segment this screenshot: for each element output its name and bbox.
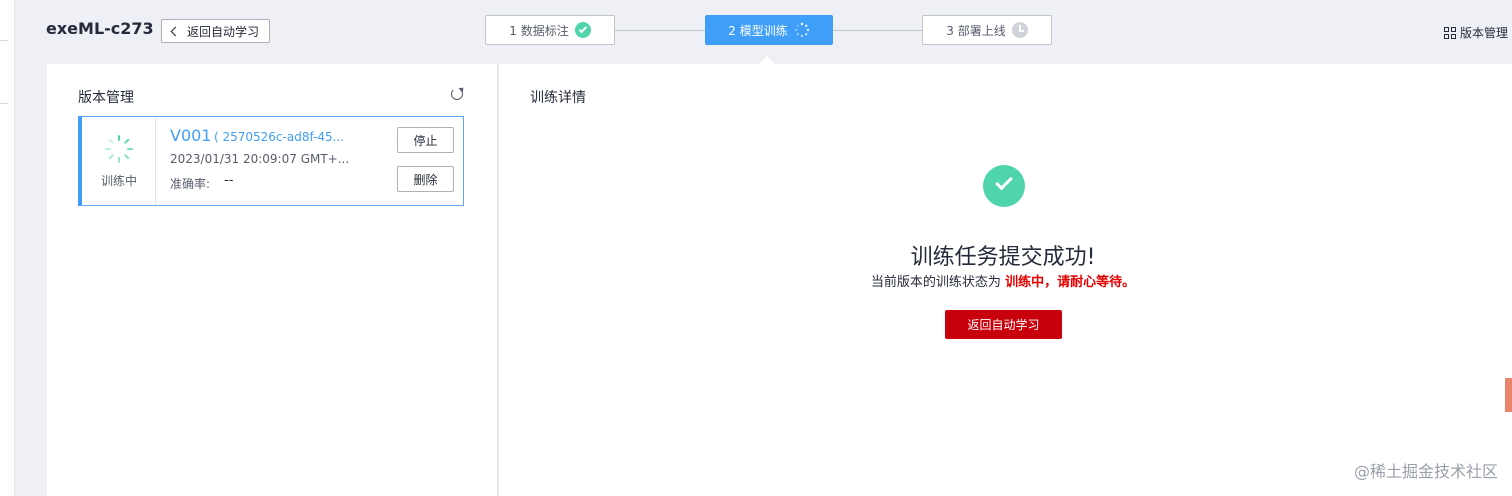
- delete-button[interactable]: 删除: [397, 166, 454, 192]
- watermark: @稀土掘金技术社区: [1353, 462, 1498, 481]
- version-management-link[interactable]: 版本管理: [1443, 24, 1508, 41]
- success-description: 当前版本的训练状态为 训练中，请耐心等待。: [499, 271, 1507, 290]
- version-card[interactable]: 训练中 V001 ( 2570526c-ad8f-45... 2023/01/3…: [78, 116, 464, 206]
- side-tick: [0, 40, 8, 41]
- panel-title: 版本管理: [78, 90, 134, 106]
- accuracy-label: 准确率:: [170, 177, 211, 191]
- step-label: 1 数据标注: [509, 23, 569, 38]
- accuracy-value: --: [224, 173, 234, 188]
- version-management-panel: 版本管理 训练中 V001 ( 2570526c-ad8f-45... 2023…: [47, 64, 498, 496]
- step-connector: [833, 30, 922, 31]
- version-time: 2023/01/31 20:09:07 GMT+...: [170, 152, 350, 166]
- chevron-left-icon: [170, 26, 181, 36]
- training-spinner-icon: [104, 134, 134, 164]
- left-side-strip: [0, 0, 15, 496]
- description-prefix: 当前版本的训练状态为: [870, 275, 1006, 290]
- version-management-label: 版本管理: [1459, 26, 1508, 40]
- status-highlight: 训练中，请耐心等待。: [1005, 275, 1136, 290]
- clock-icon: [1011, 22, 1028, 38]
- step-label: 2 模型训练: [728, 23, 788, 38]
- step-connector: [615, 30, 705, 31]
- refresh-icon[interactable]: [451, 88, 463, 100]
- version-id: ( 2570526c-ad8f-45...: [214, 130, 345, 144]
- check-circle-icon: [574, 22, 591, 38]
- loading-spinner-icon: [794, 22, 809, 38]
- version-status: 训练中: [82, 117, 156, 205]
- return-automl-button[interactable]: 返回自动学习: [945, 310, 1062, 339]
- step-deploy[interactable]: 3 部署上线: [922, 15, 1052, 45]
- status-text: 训练中: [100, 174, 137, 188]
- stop-button[interactable]: 停止: [397, 127, 454, 153]
- step-model-training[interactable]: 2 模型训练: [705, 15, 833, 45]
- floating-side-tab[interactable]: [1505, 378, 1512, 412]
- active-step-pointer: [759, 56, 775, 64]
- page-title: exeML-c273: [46, 19, 154, 38]
- step-data-labeling[interactable]: 1 数据标注: [485, 15, 615, 45]
- training-details-panel: 训练详情 训练任务提交成功! 当前版本的训练状态为 训练中，请耐心等待。 返回自…: [499, 64, 1512, 496]
- panel-title: 训练详情: [530, 90, 586, 106]
- success-check-icon: [983, 165, 1025, 207]
- side-tick: [0, 103, 8, 104]
- back-to-automl-button[interactable]: 返回自动学习: [161, 19, 270, 43]
- step-label: 3 部署上线: [946, 23, 1006, 38]
- success-title: 训练任务提交成功!: [910, 245, 1096, 270]
- grid-icon: [1443, 26, 1456, 39]
- version-name[interactable]: V001: [170, 126, 211, 145]
- back-button-label: 返回自动学习: [186, 24, 259, 39]
